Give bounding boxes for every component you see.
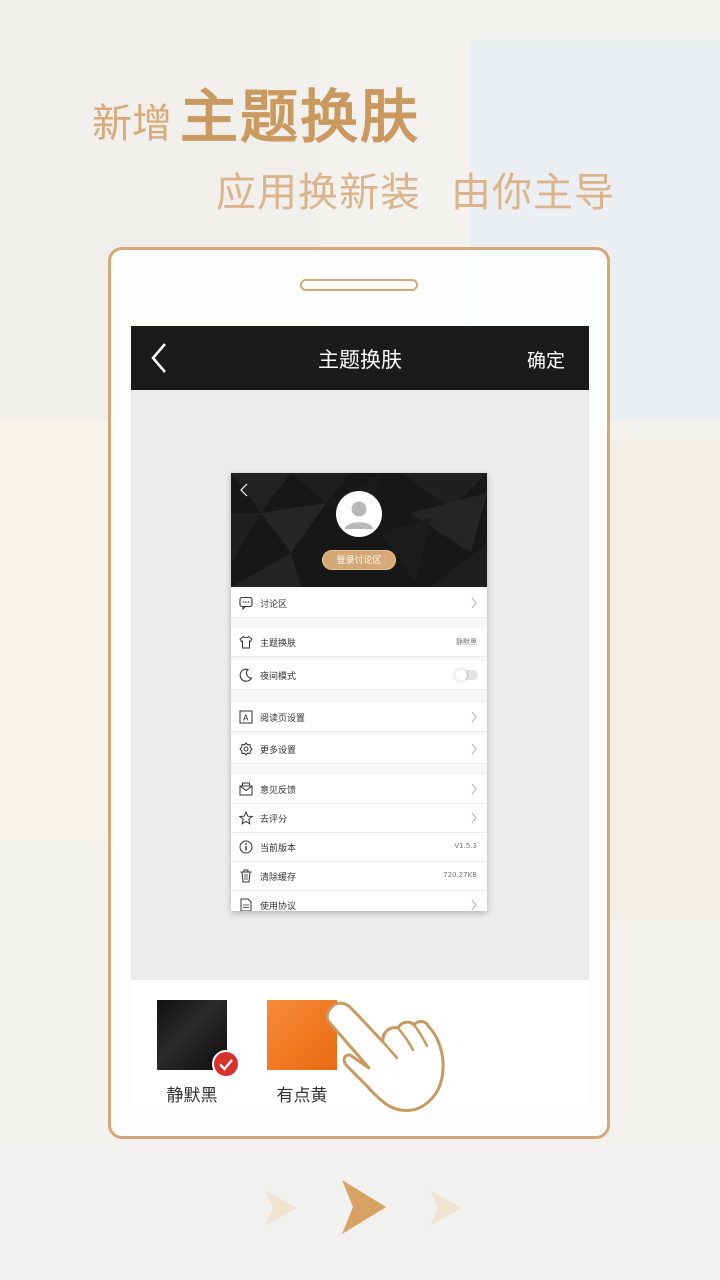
promo-subline: 应用换新装 由你主导 [216,160,615,218]
shirt-icon [239,635,253,649]
chevron-right-icon [471,597,477,609]
row-label: 讨论区 [260,600,288,610]
star-icon [239,811,253,825]
info-icon [239,840,253,854]
preview-row-clear-cache[interactable]: 清除缓存 720.27KB [231,862,487,891]
row-label: 清除缓存 [260,873,297,883]
preview-header: 登录讨论区 [231,473,487,587]
chevron-right-icon [471,711,477,723]
background-patch [0,420,110,840]
preview-row-feedback[interactable]: 意见反馈 [231,775,487,804]
avatar [336,491,382,537]
selected-check-icon [212,1050,240,1078]
chevron-right-icon [471,783,477,795]
theme-preview: 登录讨论区 讨论区 主题换肤 静默黑 夜间模式 A 阅读页设置 更多设置 意见反… [231,473,487,911]
arrow-right-icon [342,1180,386,1234]
chevron-right-icon [471,899,477,911]
preview-row-theme[interactable]: 主题换肤 静默黑 [231,628,487,657]
phone-speaker [300,279,418,291]
row-label: 夜间模式 [260,672,297,682]
subline-part-a: 应用换新装 [216,170,421,216]
app-topbar: 主题换肤 确定 [131,326,589,390]
row-value: V1.5.3 [454,842,477,850]
login-discussion-button[interactable]: 登录讨论区 [322,550,396,570]
document-icon [240,898,252,911]
preview-row-reading-settings[interactable]: A 阅读页设置 [231,703,487,732]
preview-row-discussion[interactable]: 讨论区 [231,589,487,618]
preview-row-more-settings[interactable]: 更多设置 [231,735,487,764]
app-screen: 主题换肤 确定 登录讨论区 讨论区 主题换肤 静默黑 夜间模式 A 阅读页设置 … [131,326,589,1110]
row-label: 阅读页设置 [260,714,306,724]
feedback-icon [239,782,253,796]
topbar-title: 主题换肤 [318,348,402,372]
headline-prefix: 新增 [92,101,172,147]
hand-pointer-icon [325,1001,445,1112]
preview-row-night-mode[interactable]: 夜间模式 [231,661,487,690]
chevron-right-icon [471,743,477,755]
row-value: 静默黑 [456,638,477,646]
gear-icon [239,742,253,756]
row-label: 主题换肤 [260,639,297,649]
user-icon [345,501,373,529]
night-mode-toggle[interactable] [455,669,478,681]
row-label: 更多设置 [260,746,297,756]
promo-headline: 新增 主题换肤 [92,70,421,151]
preview-row-rate[interactable]: 去评分 [231,804,487,833]
preview-row-terms[interactable]: 使用协议 [231,891,487,911]
moon-icon [239,668,253,682]
row-value: 720.27KB [443,871,477,879]
preview-row-version: 当前版本 V1.5.3 [231,833,487,862]
preview-back-icon [240,483,248,497]
svg-text:A: A [243,714,249,723]
row-label: 意见反馈 [260,786,297,796]
theme-swatch-black[interactable] [157,1000,240,1078]
headline-main: 主题换肤 [180,83,421,151]
trash-icon [240,869,252,883]
arrow-right-icon [265,1190,297,1226]
chevron-right-icon [471,812,477,824]
row-label: 去评分 [260,815,288,825]
row-label: 使用协议 [260,902,297,911]
chat-icon [239,596,253,610]
arrow-right-icon [430,1190,462,1226]
subline-part-b: 由你主导 [451,170,615,216]
row-label: 当前版本 [260,844,297,854]
confirm-button[interactable]: 确定 [527,346,565,373]
theme-label: 静默黑 [166,1086,218,1106]
text-settings-icon: A [239,710,253,724]
background-patch [610,440,720,920]
